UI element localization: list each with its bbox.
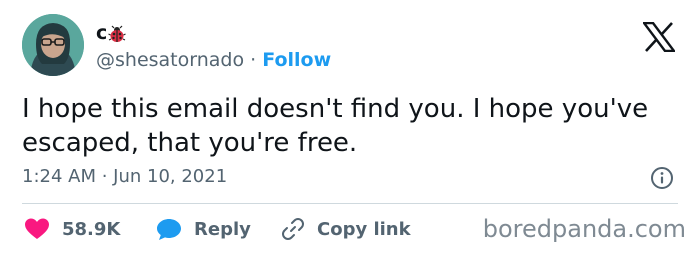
x-logo-icon[interactable] [641, 21, 677, 53]
copy-link-label: Copy link [317, 218, 411, 240]
handle-row: @shesatornado · Follow [96, 47, 331, 73]
separator: · [250, 49, 257, 71]
tweet-text: I hope this email doesn't find you. I ho… [22, 94, 649, 158]
timestamp[interactable]: 1:24 AM · Jun 10, 2021 [22, 164, 227, 190]
info-icon[interactable] [650, 166, 674, 190]
follow-button[interactable]: Follow [262, 49, 331, 71]
reply-button[interactable]: Reply [156, 216, 251, 242]
link-icon [282, 218, 304, 240]
like-button[interactable]: 58.9K [24, 216, 120, 242]
heart-icon [25, 218, 49, 239]
display-name[interactable]: c [96, 20, 126, 46]
copy-link-button[interactable]: Copy link [281, 216, 411, 242]
ladybug-icon [108, 24, 126, 42]
avatar[interactable] [22, 14, 84, 76]
display-name-text: c [96, 22, 108, 44]
handle[interactable]: @shesatornado [96, 49, 244, 71]
divider [22, 203, 678, 204]
reply-label: Reply [194, 218, 251, 240]
like-count: 58.9K [62, 218, 121, 240]
tweet-card: c @shesatornado · Follow I hope this ema… [0, 0, 700, 256]
watermark: boredpanda.com [482, 215, 686, 243]
reply-icon [157, 219, 181, 240]
